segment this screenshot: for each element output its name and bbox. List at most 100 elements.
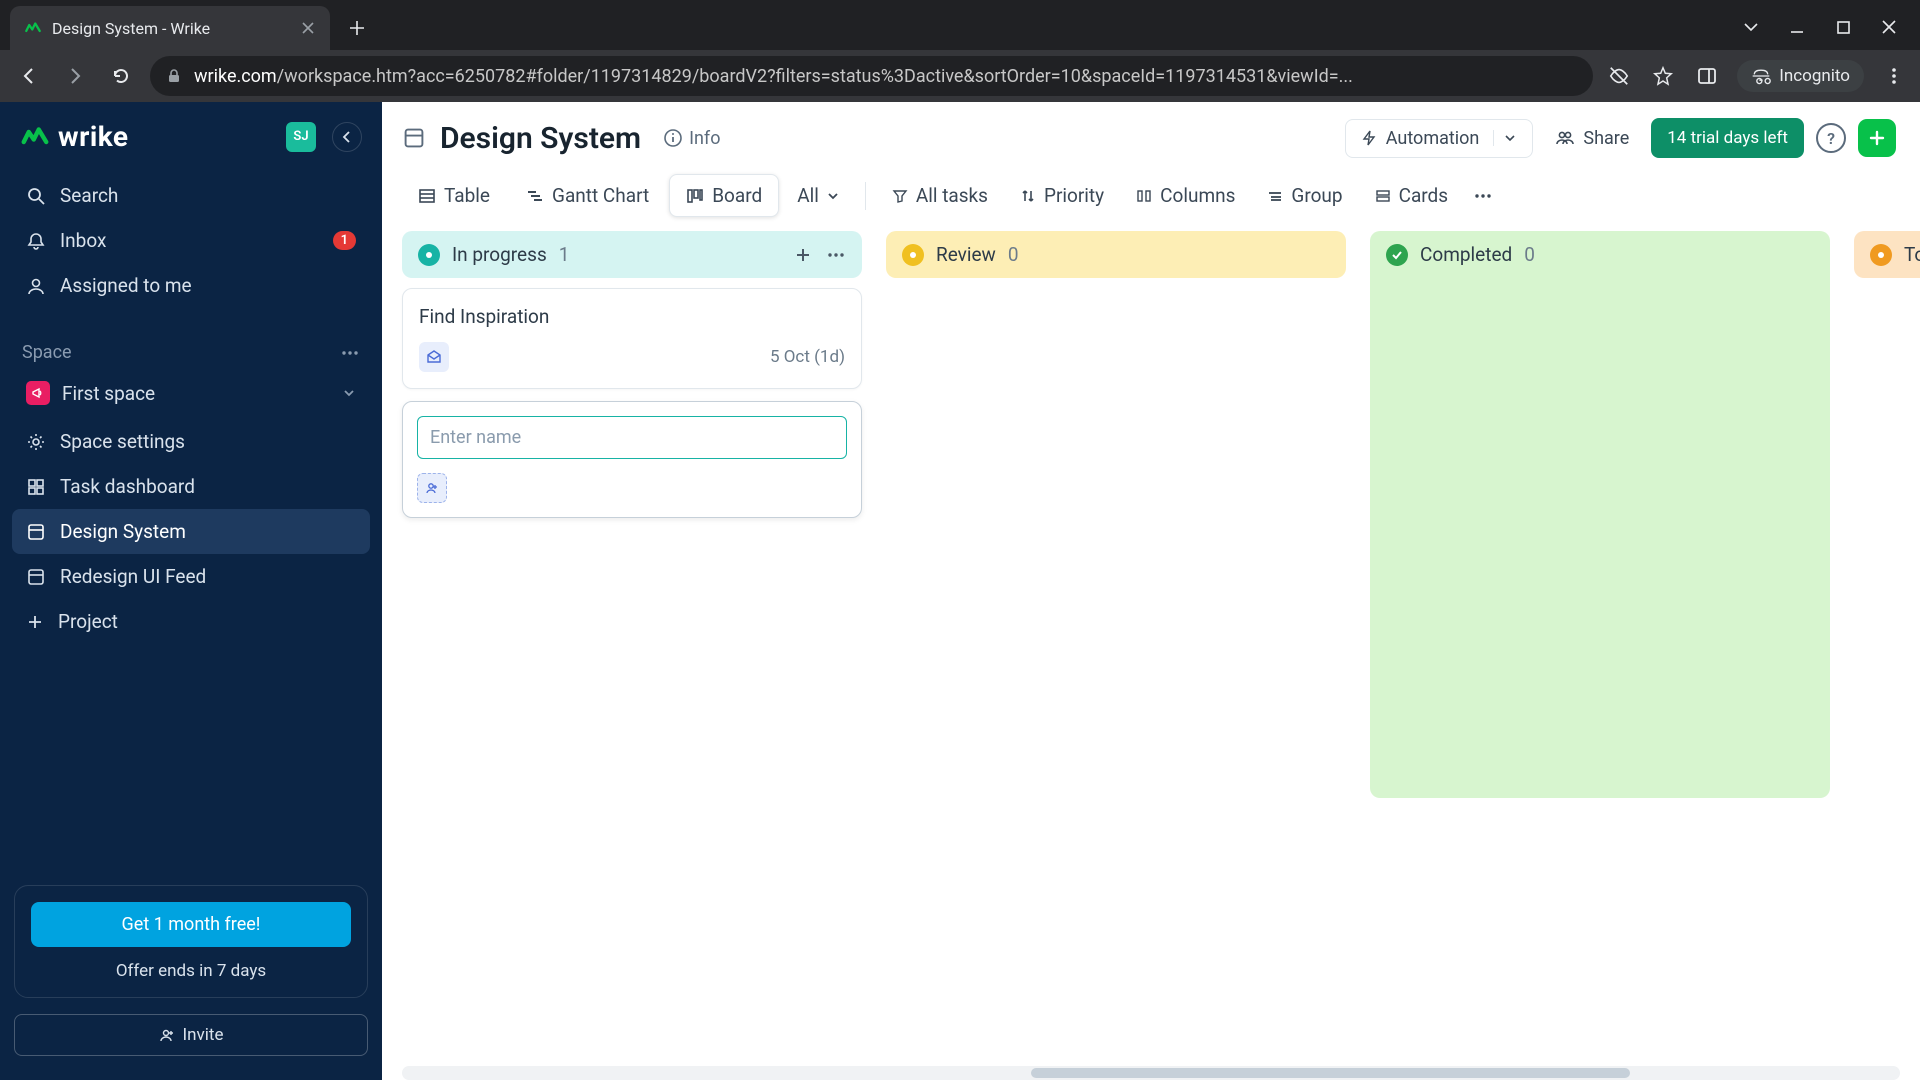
create-button[interactable] <box>1858 119 1896 157</box>
plus-icon <box>26 613 44 631</box>
view-label: Gantt Chart <box>552 184 649 207</box>
sidebar-search-label: Search <box>60 184 118 207</box>
trial-badge[interactable]: 14 trial days left <box>1651 118 1804 158</box>
column-name: Completed <box>1420 243 1512 266</box>
sidebar-item-space-settings[interactable]: Space settings <box>12 419 370 464</box>
item-label: Task dashboard <box>60 475 195 498</box>
views-more-icon[interactable] <box>1466 179 1500 213</box>
column-more-icon[interactable] <box>826 245 846 265</box>
browser-menu-icon[interactable] <box>1880 62 1908 90</box>
tab-search-icon[interactable] <box>1742 18 1760 36</box>
sort-label: Priority <box>1044 184 1104 207</box>
column-header[interactable]: In progress 1 <box>402 231 862 278</box>
minimize-icon[interactable] <box>1788 18 1806 36</box>
sidebar-assigned[interactable]: Assigned to me <box>12 263 370 308</box>
sidebar-item-task-dashboard[interactable]: Task dashboard <box>12 464 370 509</box>
add-assignee-button[interactable] <box>417 473 447 503</box>
side-panel-icon[interactable] <box>1693 62 1721 90</box>
info-icon <box>663 128 683 148</box>
browser-tab[interactable]: Design System - Wrike <box>10 6 330 50</box>
scroll-thumb[interactable] <box>1031 1068 1630 1078</box>
column-in-progress: In progress 1 Find Inspiration 5 Oct (1d… <box>402 231 862 518</box>
forward-button[interactable] <box>58 59 92 93</box>
close-tab-icon[interactable] <box>300 20 316 36</box>
gear-icon <box>26 432 46 452</box>
space-more-icon[interactable] <box>340 343 360 363</box>
status-ring-icon <box>418 244 440 266</box>
address-bar[interactable]: wrike.com/workspace.htm?acc=6250782#fold… <box>150 56 1593 96</box>
group-icon <box>1267 188 1283 204</box>
sidebar-space-row[interactable]: First space <box>12 371 370 415</box>
column-name: Review <box>936 243 996 266</box>
project-icon <box>402 126 426 150</box>
add-card-icon[interactable] <box>794 246 812 264</box>
promo-cta-button[interactable]: Get 1 month free! <box>31 902 351 947</box>
column-review: Review 0 <box>886 231 1346 278</box>
cards-button[interactable]: Cards <box>1361 175 1463 216</box>
megaphone-icon <box>26 381 50 405</box>
dashboard-icon <box>26 477 46 497</box>
column-header[interactable]: Review 0 <box>886 231 1346 278</box>
table-icon <box>418 187 436 205</box>
info-label: Info <box>689 128 720 149</box>
collapse-sidebar-button[interactable] <box>332 122 362 152</box>
sidebar-assigned-label: Assigned to me <box>60 274 192 297</box>
sidebar-space-items: Space settings Task dashboard Design Sys… <box>0 415 382 648</box>
main-content: Design System Info Automation Share 14 t… <box>382 102 1920 1080</box>
horizontal-scrollbar[interactable] <box>402 1066 1900 1080</box>
sidebar-inbox[interactable]: Inbox 1 <box>12 218 370 263</box>
close-window-icon[interactable] <box>1880 18 1898 36</box>
eye-off-icon[interactable] <box>1605 62 1633 90</box>
reload-button[interactable] <box>104 59 138 93</box>
tab-title: Design System - Wrike <box>52 19 290 38</box>
automation-button[interactable]: Automation <box>1345 119 1534 158</box>
view-all-dropdown[interactable]: All <box>783 175 853 216</box>
promo-card: Get 1 month free! Offer ends in 7 days <box>14 885 368 998</box>
card-date: 5 Oct (1d) <box>770 347 845 367</box>
columns-label: Columns <box>1160 184 1235 207</box>
columns-button[interactable]: Columns <box>1122 175 1249 216</box>
chevron-down-icon[interactable] <box>1493 130 1526 146</box>
new-tab-button[interactable] <box>340 11 374 45</box>
people-icon <box>1555 128 1575 148</box>
task-card[interactable]: Find Inspiration 5 Oct (1d) <box>402 288 862 389</box>
view-table[interactable]: Table <box>402 175 506 216</box>
incognito-chip[interactable]: Incognito <box>1737 60 1864 92</box>
search-icon <box>26 186 46 206</box>
back-button[interactable] <box>12 59 46 93</box>
columns-icon <box>1136 188 1152 204</box>
maximize-icon[interactable] <box>1834 18 1852 36</box>
all-label: All <box>797 184 819 207</box>
help-button[interactable]: ? <box>1816 123 1846 153</box>
bookmark-star-icon[interactable] <box>1649 62 1677 90</box>
group-button[interactable]: Group <box>1253 175 1356 216</box>
view-board[interactable]: Board <box>669 174 779 217</box>
board: In progress 1 Find Inspiration 5 Oct (1d… <box>382 231 1920 1066</box>
column-count: 0 <box>1524 243 1535 266</box>
wrike-logo[interactable]: wrike <box>20 120 129 153</box>
project-title[interactable]: Design System <box>440 121 641 156</box>
new-task-input[interactable] <box>417 416 847 459</box>
sidebar-item-redesign-feed[interactable]: Redesign UI Feed <box>12 554 370 599</box>
view-label: Board <box>712 184 762 207</box>
view-gantt[interactable]: Gantt Chart <box>510 175 665 216</box>
sidebar-inbox-label: Inbox <box>60 229 106 252</box>
sidebar-search[interactable]: Search <box>12 173 370 218</box>
bell-icon <box>26 231 46 251</box>
sidebar-item-design-system[interactable]: Design System <box>12 509 370 554</box>
lock-icon <box>166 68 182 84</box>
filter-all-tasks[interactable]: All tasks <box>878 175 1002 216</box>
column-header[interactable]: To be si <box>1854 231 1920 278</box>
assignee-icon[interactable] <box>419 342 449 372</box>
column-name: To be si <box>1904 243 1920 266</box>
column-to-be-signed: To be si <box>1854 231 1920 278</box>
user-avatar[interactable]: SJ <box>286 122 316 152</box>
sort-priority[interactable]: Priority <box>1006 175 1118 216</box>
sidebar-item-add-project[interactable]: Project <box>12 599 370 644</box>
invite-button[interactable]: Invite <box>14 1014 368 1056</box>
inbox-badge: 1 <box>333 231 356 250</box>
column-actions <box>794 245 846 265</box>
share-button[interactable]: Share <box>1545 120 1639 157</box>
column-header[interactable]: Completed 0 <box>1370 231 1830 278</box>
info-button[interactable]: Info <box>655 124 728 153</box>
